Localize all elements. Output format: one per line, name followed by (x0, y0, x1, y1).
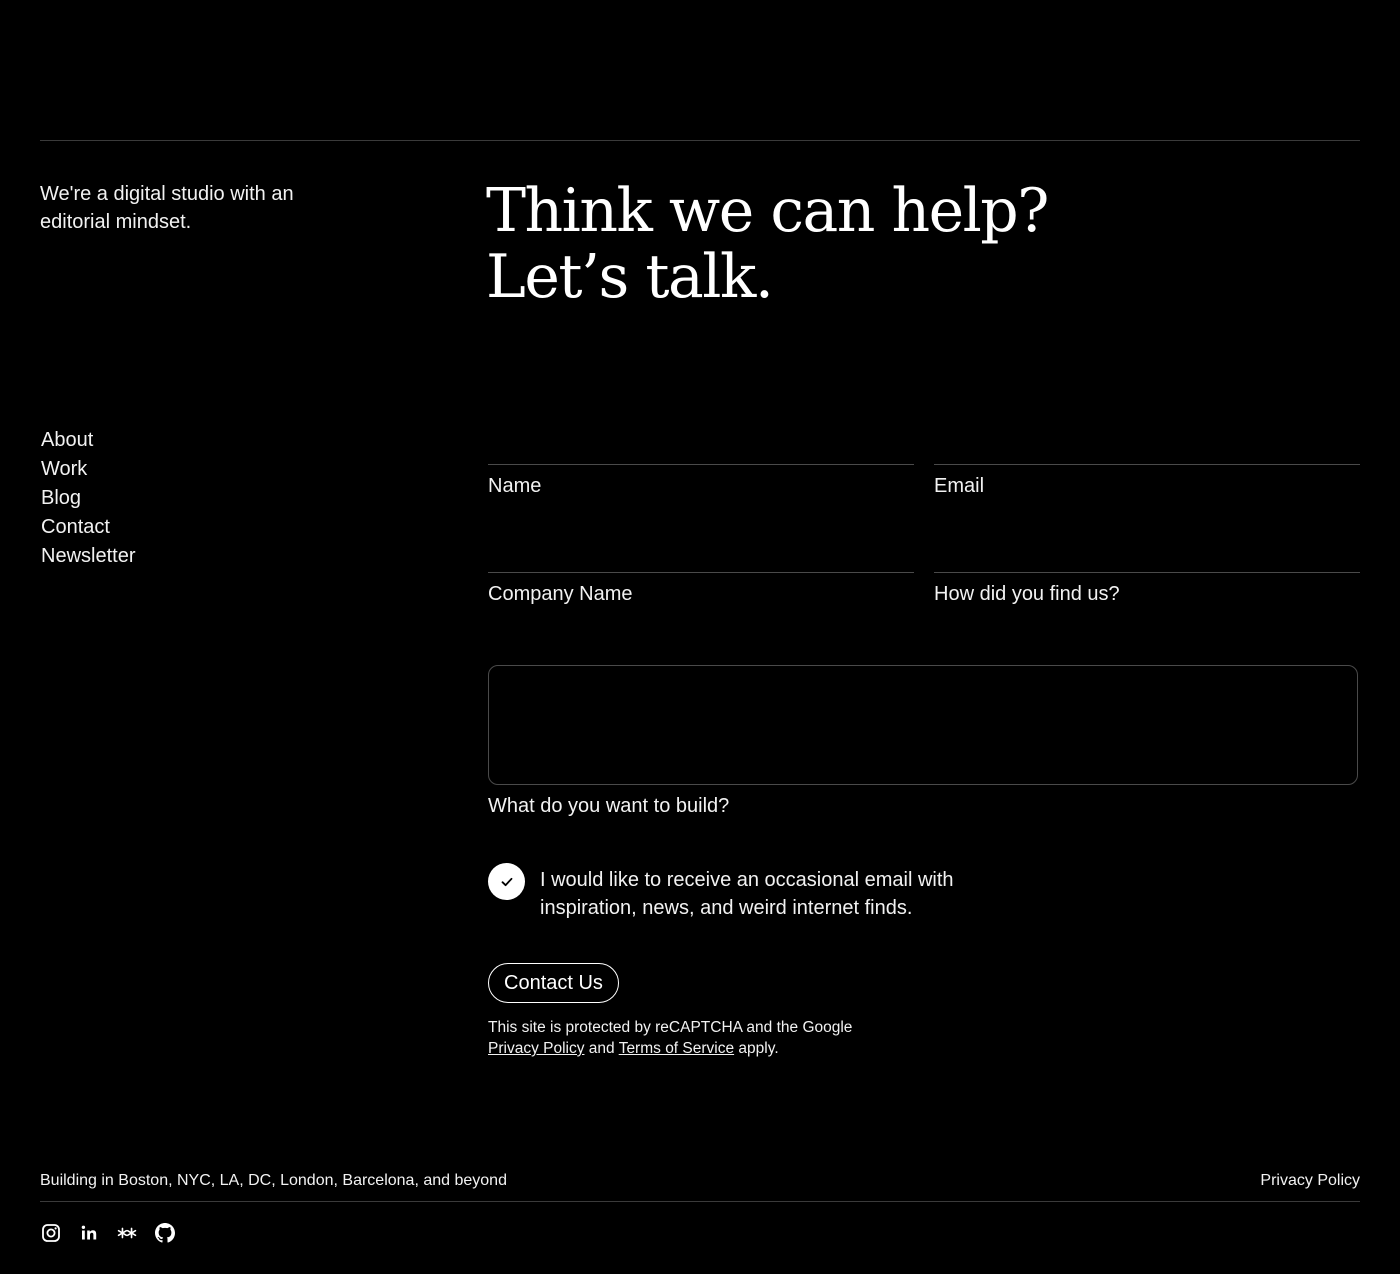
source-field-group: How did you find us? (934, 572, 1360, 647)
email-field-group: Email (934, 464, 1360, 539)
recaptcha-suffix: apply. (738, 1040, 779, 1057)
nav-item-work[interactable]: Work (41, 455, 135, 484)
recaptcha-notice: This site is protected by reCAPTCHA and … (488, 1017, 868, 1059)
message-label: What do you want to build? (488, 795, 730, 817)
headline-line-2: Let’s talk. (486, 242, 774, 312)
company-field-group: Company Name (488, 572, 914, 647)
instagram-icon[interactable] (41, 1222, 61, 1244)
source-label: How did you find us? (934, 583, 1120, 605)
bottom-divider (40, 1201, 1360, 1202)
page-headline: Think we can help? Let’s talk. (486, 176, 1049, 312)
nav-item-about[interactable]: About (41, 426, 135, 455)
name-label: Name (488, 475, 542, 497)
footer-location: Building in Boston, NYC, LA, DC, London,… (40, 1172, 507, 1189)
name-field-group: Name (488, 464, 914, 539)
name-input[interactable] (488, 499, 914, 539)
recaptcha-prefix: This site is protected by reCAPTCHA and … (488, 1019, 853, 1036)
footer-privacy-link[interactable]: Privacy Policy (1260, 1170, 1360, 1191)
nav-item-newsletter[interactable]: Newsletter (41, 542, 135, 571)
source-input[interactable] (934, 607, 1360, 647)
footer-nav: About Work Blog Contact Newsletter (41, 426, 135, 571)
studio-tagline: We're a digital studio with an editorial… (40, 183, 294, 233)
headline-line-1: Think we can help? (486, 176, 1049, 246)
top-divider (40, 140, 1360, 141)
email-input[interactable] (934, 499, 1360, 539)
company-input[interactable] (488, 607, 914, 647)
recaptcha-terms-link[interactable]: Terms of Service (619, 1040, 734, 1057)
asterisks-icon[interactable] (117, 1222, 137, 1244)
github-icon[interactable] (155, 1222, 175, 1244)
recaptcha-and: and (588, 1040, 615, 1057)
contact-us-button[interactable]: Contact Us (488, 963, 619, 1003)
nav-item-contact[interactable]: Contact (41, 513, 135, 542)
nav-item-blog[interactable]: Blog (41, 484, 135, 513)
message-textarea[interactable] (488, 665, 1358, 785)
check-icon (501, 877, 512, 886)
social-links (41, 1222, 175, 1244)
email-label: Email (934, 475, 985, 497)
linkedin-icon[interactable] (79, 1222, 99, 1244)
company-label: Company Name (488, 583, 633, 605)
newsletter-checkbox[interactable] (488, 863, 525, 900)
recaptcha-privacy-link[interactable]: Privacy Policy (488, 1040, 584, 1057)
newsletter-label: I would like to receive an occasional em… (540, 869, 954, 919)
